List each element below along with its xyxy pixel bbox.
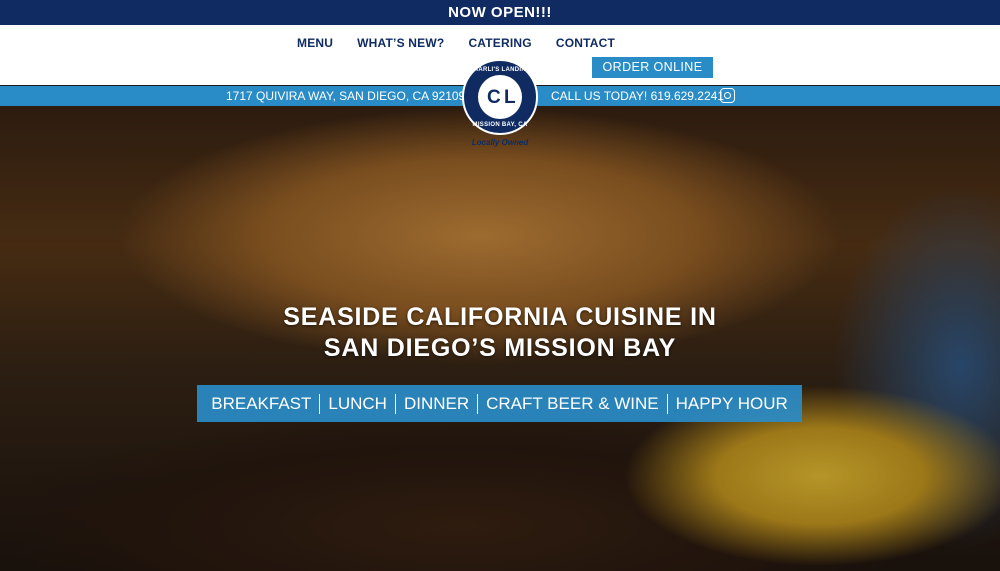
category-happy-hour[interactable]: HAPPY HOUR (668, 394, 796, 414)
hero-headline: SEASIDE CALIFORNIA CUISINE IN SAN DIEGO’… (0, 302, 1000, 364)
category-lunch[interactable]: LUNCH (320, 394, 395, 414)
category-bar: BREAKFAST LUNCH DINNER CRAFT BEER & WINE… (197, 385, 802, 422)
hero-section: SEASIDE CALIFORNIA CUISINE IN SAN DIEGO’… (0, 106, 1000, 571)
order-online-button[interactable]: ORDER ONLINE (592, 57, 713, 78)
announcement-banner: NOW OPEN!!! (0, 0, 1000, 25)
logo-tagline: Locally Owned (471, 138, 529, 147)
hero-headline-line-1: SEASIDE CALIFORNIA CUISINE IN (283, 303, 717, 331)
nav-item-contact[interactable]: CONTACT (556, 36, 615, 50)
nav-item-whats-new[interactable]: WHAT’S NEW? (357, 36, 444, 50)
nav-item-menu[interactable]: MENU (297, 36, 333, 50)
nav-item-catering[interactable]: CATERING (468, 36, 531, 50)
category-dinner[interactable]: DINNER (396, 394, 477, 414)
main-nav: MENU WHAT’S NEW? CATERING CONTACT (297, 36, 639, 50)
logo-letter-c: C (487, 87, 501, 108)
announcement-text: NOW OPEN!!! (448, 4, 552, 21)
instagram-icon[interactable] (720, 88, 735, 103)
category-breakfast[interactable]: BREAKFAST (203, 394, 319, 414)
logo-bottom-text: MISSION BAY, CA (472, 122, 528, 128)
hero-headline-line-2: SAN DIEGO’S MISSION BAY (323, 334, 677, 362)
logo-letter-l: L (504, 87, 516, 108)
address-text[interactable]: 1717 QUIVIRA WAY, SAN DIEGO, CA 92109 (226, 89, 465, 103)
site-logo[interactable]: CHARLI'S LANDING C L MISSION BAY, CA (462, 59, 538, 135)
logo-top-text: CHARLI'S LANDING (469, 67, 531, 73)
phone-text[interactable]: CALL US TODAY! 619.629.2241 (551, 89, 724, 103)
category-craft-beer-wine[interactable]: CRAFT BEER & WINE (478, 394, 667, 414)
